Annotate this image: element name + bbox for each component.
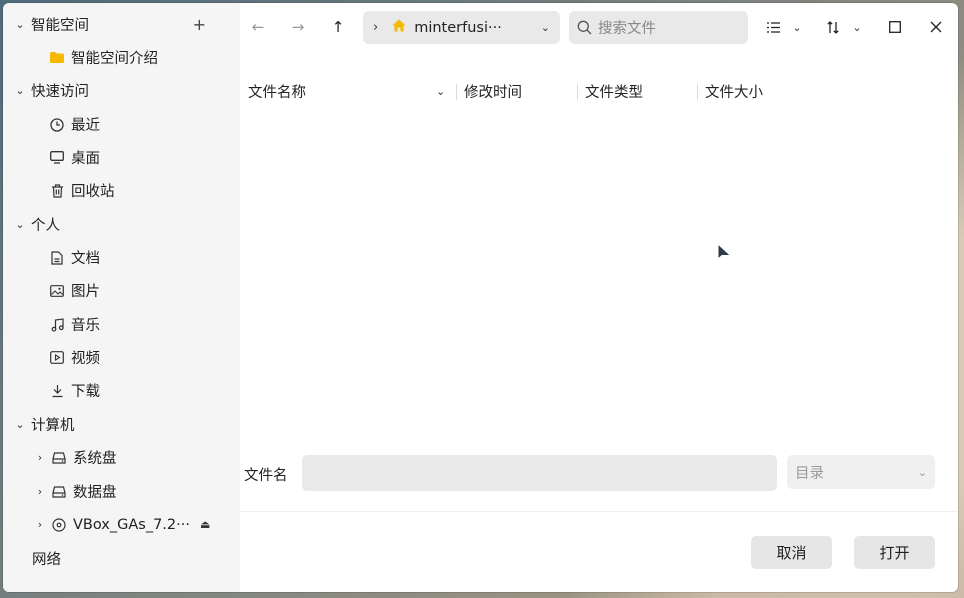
sidebar-item-videos[interactable]: 视频 (3, 341, 240, 374)
sidebar-item-documents[interactable]: 文档 (3, 241, 240, 274)
sidebar-item-smart-space-intro[interactable]: 智能空间介绍 (3, 41, 240, 74)
sidebar: ⌄ 智能空间 + 智能空间介绍 ⌄ 快速访问 最近 桌面 回收站 ⌄ 个人 文档… (3, 3, 240, 592)
up-arrow-icon[interactable]: ↑ (328, 17, 348, 37)
sort-icon[interactable] (823, 17, 843, 37)
sidebar-item-label: 文档 (71, 251, 100, 267)
file-list[interactable] (240, 113, 958, 443)
chevron-down-icon: ⌄ (15, 218, 25, 231)
column-header-label: 修改时间 (464, 84, 522, 101)
column-divider[interactable] (697, 84, 698, 100)
column-divider[interactable] (456, 84, 457, 100)
drive-icon (51, 485, 67, 498)
chevron-right-icon[interactable]: › (33, 518, 47, 531)
footer-divider (240, 511, 958, 512)
chevron-down-icon[interactable]: ⌄ (787, 17, 807, 37)
file-open-dialog: ⌄ 智能空间 + 智能空间介绍 ⌄ 快速访问 最近 桌面 回收站 ⌄ 个人 文档… (3, 3, 958, 592)
sidebar-group-label: 个人 (31, 218, 60, 234)
chevron-down-icon: ⌄ (15, 418, 25, 431)
column-header-name[interactable]: 文件名称 (248, 79, 306, 103)
breadcrumb[interactable]: › minterfusi··· ⌄ (363, 11, 560, 44)
column-header-size[interactable]: 文件大小 (705, 79, 763, 103)
sidebar-item-vbox-disc[interactable]: › VBox_GAs_7.2··· ⏏ (3, 508, 240, 541)
sidebar-item-desktop[interactable]: 桌面 (3, 141, 240, 174)
sidebar-item-label: 网络 (32, 552, 61, 568)
chevron-down-icon[interactable]: ⌄ (541, 21, 550, 34)
sidebar-item-pictures[interactable]: 图片 (3, 274, 240, 307)
column-divider[interactable] (577, 84, 578, 100)
open-button[interactable]: 打开 (854, 536, 935, 569)
file-type-select[interactable]: 目录 ⌄ (787, 455, 935, 489)
sidebar-item-label: 最近 (71, 118, 100, 134)
sidebar-group-label: 智能空间 (31, 18, 89, 34)
file-type-value: 目录 (795, 465, 824, 482)
sidebar-item-music[interactable]: 音乐 (3, 308, 240, 341)
filename-label: 文件名 (244, 468, 288, 484)
column-header-modified[interactable]: 修改时间 (464, 79, 522, 103)
download-icon (49, 384, 65, 398)
chevron-down-icon: ⌄ (917, 465, 927, 479)
breadcrumb-path: minterfusi··· (414, 19, 502, 36)
back-arrow-icon[interactable]: ← (248, 17, 268, 37)
image-icon (49, 284, 65, 297)
sidebar-item-downloads[interactable]: 下载 (3, 374, 240, 407)
close-icon[interactable] (926, 17, 946, 37)
monitor-icon (49, 151, 65, 164)
folder-icon (49, 52, 65, 63)
sidebar-group-label: 计算机 (31, 418, 75, 434)
sidebar-group-smart-space[interactable]: ⌄ 智能空间 + (3, 8, 240, 41)
clock-icon (49, 117, 65, 132)
sidebar-item-label: 智能空间介绍 (71, 51, 158, 67)
chevron-down-icon: ⌄ (15, 18, 25, 31)
sidebar-group-computer[interactable]: ⌄ 计算机 (3, 408, 240, 441)
sidebar-item-label: 音乐 (71, 318, 100, 334)
music-icon (49, 317, 65, 332)
search-icon (577, 20, 592, 35)
sidebar-item-recent[interactable]: 最近 (3, 108, 240, 141)
search-placeholder: 搜索文件 (598, 21, 656, 37)
sidebar-group-label: 快速访问 (31, 84, 89, 100)
sidebar-item-trash[interactable]: 回收站 (3, 174, 240, 207)
sidebar-group-personal[interactable]: ⌄ 个人 (3, 208, 240, 241)
sidebar-item-label: 系统盘 (73, 451, 117, 467)
sidebar-item-data-disk[interactable]: › 数据盘 (3, 475, 240, 508)
sidebar-item-label: 下载 (71, 384, 100, 400)
sidebar-item-system-disk[interactable]: › 系统盘 (3, 441, 240, 474)
chevron-right-icon[interactable]: › (33, 485, 47, 498)
sidebar-item-network[interactable]: 网络 (3, 542, 240, 575)
disc-icon (51, 517, 67, 532)
maximize-icon[interactable] (885, 17, 905, 37)
document-icon (49, 250, 65, 265)
drive-icon (51, 451, 67, 464)
sidebar-item-label: 桌面 (71, 151, 100, 167)
list-view-icon[interactable] (763, 17, 783, 37)
sidebar-item-label: 视频 (71, 351, 100, 367)
eject-icon[interactable]: ⏏ (200, 518, 210, 531)
search-input[interactable]: 搜索文件 (569, 11, 748, 44)
sidebar-item-label: 图片 (71, 284, 100, 300)
sidebar-item-label: 数据盘 (73, 485, 117, 501)
chevron-down-icon[interactable]: ⌄ (847, 17, 867, 37)
column-header-type[interactable]: 文件类型 (585, 79, 643, 103)
chevron-right-icon: › (373, 20, 379, 35)
mouse-pointer-icon (717, 242, 733, 267)
add-icon[interactable]: + (193, 15, 206, 34)
trash-icon (49, 183, 65, 198)
home-icon (392, 19, 406, 36)
cancel-button[interactable]: 取消 (751, 536, 832, 569)
column-header-label: 文件名称 (248, 84, 306, 101)
sort-chevron-down-icon[interactable]: ⌄ (436, 79, 445, 103)
forward-arrow-icon[interactable]: → (288, 17, 308, 37)
chevron-right-icon[interactable]: › (33, 451, 47, 464)
video-icon (49, 351, 65, 364)
sidebar-item-label: 回收站 (71, 184, 115, 200)
chevron-down-icon: ⌄ (15, 84, 25, 97)
sidebar-item-label: VBox_GAs_7.2··· (73, 516, 190, 533)
column-header-label: 文件类型 (585, 84, 643, 101)
toolbar: ← → ↑ › minterfusi··· ⌄ 搜索文件 ⌄ ⌄ (240, 3, 958, 53)
sidebar-group-quick-access[interactable]: ⌄ 快速访问 (3, 74, 240, 107)
filename-input[interactable] (302, 455, 777, 491)
column-header-label: 文件大小 (705, 84, 763, 101)
